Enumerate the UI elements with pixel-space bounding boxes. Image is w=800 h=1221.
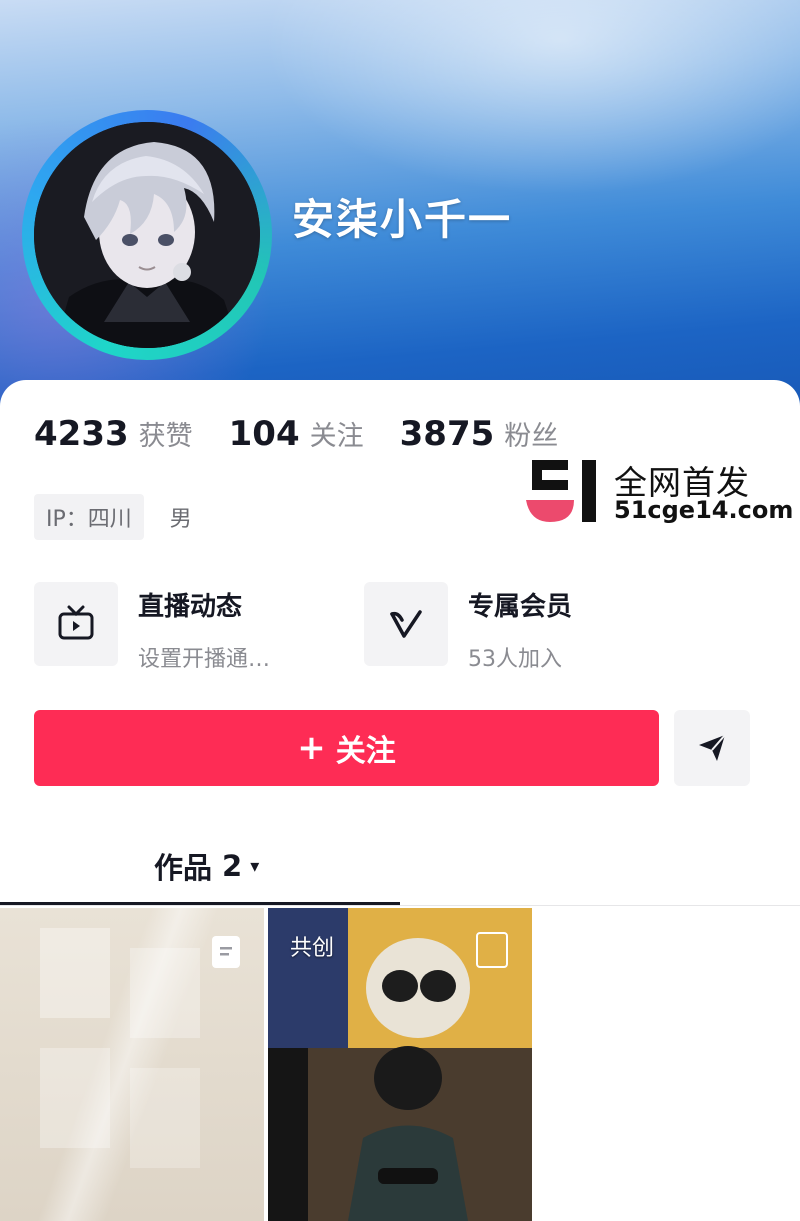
avatar-illustration: [34, 122, 260, 348]
service-live-updates[interactable]: 直播动态 设置开播通…: [34, 582, 270, 673]
stat-likes-label: 获赞: [138, 421, 193, 452]
send-icon: [699, 734, 726, 761]
follow-button[interactable]: + 关注: [34, 710, 659, 786]
note-icon: [212, 936, 240, 968]
tab-divider: [0, 905, 800, 906]
watermark-logo-icon: [526, 460, 596, 522]
gender-tag: 男: [169, 507, 192, 532]
work-thumbnail-2[interactable]: 共创: [268, 908, 532, 1221]
profile-tags: IP：四川 男: [34, 494, 192, 540]
watermark-url: 51cge14.com: [614, 496, 794, 524]
tv-icon: [58, 605, 94, 640]
stat-followers-value: 3875: [399, 414, 495, 454]
avatar[interactable]: [34, 122, 260, 348]
stat-following-label: 关注: [309, 421, 364, 452]
gallery-icon: [476, 932, 508, 968]
watermark: 全网首发 51cge14.com: [524, 456, 794, 526]
service-live-title: 直播动态: [138, 592, 243, 622]
nickname: 安柒小千一: [292, 195, 513, 244]
service-live-text: 直播动态 设置开播通…: [138, 582, 270, 673]
co-create-badge: 共创: [290, 936, 335, 961]
ip-location-tag: IP：四川: [34, 494, 144, 540]
stat-following[interactable]: 104 关注: [229, 414, 364, 454]
follow-button-label: 关注: [335, 734, 396, 769]
send-message-button[interactable]: [674, 710, 750, 786]
stat-followers[interactable]: 3875 粉丝: [400, 414, 559, 454]
plus-icon: +: [297, 728, 326, 768]
v-icon: [390, 610, 422, 638]
stat-followers-label: 粉丝: [504, 421, 559, 452]
stat-likes-value: 4233: [34, 414, 129, 454]
caret-down-icon: ▾: [250, 855, 260, 877]
stat-likes[interactable]: 4233 获赞: [34, 414, 193, 454]
tab-works-label: 作品: [154, 851, 213, 885]
tab-works[interactable]: 作品 2 ▾: [154, 845, 259, 887]
stats-row: 4233 获赞 104 关注 3875 粉丝: [34, 414, 594, 454]
service-member-subtitle: 53人加入: [468, 647, 562, 672]
service-member-text: 专属会员 53人加入: [468, 582, 572, 673]
service-live-subtitle: 设置开播通…: [138, 647, 271, 672]
stat-following-value: 104: [228, 414, 300, 454]
service-membership[interactable]: 专属会员 53人加入: [364, 582, 572, 673]
tab-works-count: 2: [222, 849, 243, 883]
service-live-icon-box: [34, 582, 118, 666]
service-member-title: 专属会员: [468, 592, 573, 622]
work-thumbnail-1[interactable]: [0, 908, 264, 1221]
service-member-icon-box: [364, 582, 448, 666]
